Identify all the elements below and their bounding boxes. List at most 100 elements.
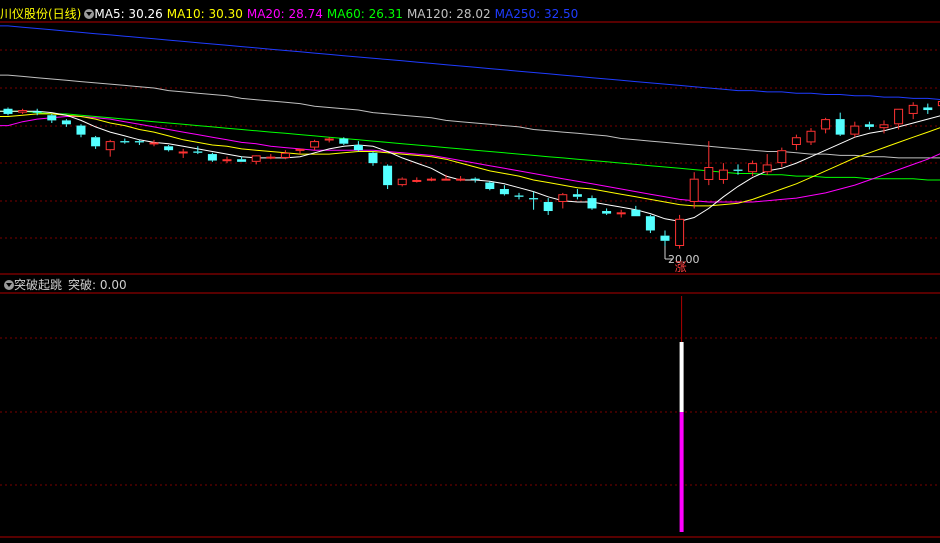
candle-body [719, 170, 727, 179]
ma5-line [0, 111, 940, 221]
candle [807, 128, 815, 145]
candle [778, 148, 786, 167]
candle-body [339, 139, 348, 144]
candle [106, 140, 114, 157]
candle-body [602, 211, 611, 214]
candle [193, 146, 202, 154]
candle-body [77, 126, 86, 135]
candle [836, 113, 845, 136]
candle-body [252, 156, 260, 161]
candle [923, 104, 932, 114]
candle [164, 145, 173, 151]
candle [763, 154, 771, 175]
candle [354, 141, 363, 151]
ma-label: MA120: 28.02 [407, 6, 491, 22]
candle-body [120, 141, 129, 142]
candle [150, 140, 158, 146]
candle [19, 109, 27, 114]
candle-body [690, 179, 698, 201]
candle-body [150, 143, 158, 144]
candle-body [237, 159, 246, 162]
candle [471, 177, 480, 182]
candle-body [515, 195, 524, 196]
candle-body [734, 170, 743, 171]
dropdown-icon[interactable] [84, 9, 94, 19]
candle [485, 181, 494, 190]
ma-label: MA10: 30.30 [167, 6, 243, 22]
candle-body [559, 195, 567, 202]
candle-body [485, 183, 494, 189]
candle-body [223, 160, 231, 161]
ma10-line [0, 114, 940, 206]
candle-body [91, 137, 100, 146]
candle [120, 139, 129, 144]
candle-body [895, 109, 903, 124]
candle [690, 172, 698, 208]
candle-body [588, 198, 597, 208]
candle-body [135, 141, 144, 142]
candle-body [47, 115, 56, 120]
candle-body [325, 139, 333, 140]
candle-body [208, 154, 217, 160]
candle-body [500, 189, 509, 194]
candle [369, 151, 378, 165]
candle [676, 215, 684, 249]
candle [62, 119, 71, 127]
stock-chart-window[interactable]: 20.00涨 川仪股份(日线) MA5: 30.26MA10: 30.30MA20… [0, 0, 940, 539]
candle-body [573, 194, 582, 197]
candle [865, 122, 874, 130]
candle [427, 177, 435, 181]
candle-body [311, 142, 319, 147]
candle-body [398, 179, 406, 184]
candle-body [807, 131, 815, 142]
candle-body [676, 219, 684, 245]
candle [602, 208, 611, 214]
candle [325, 137, 333, 142]
candle [281, 150, 289, 159]
candle [252, 155, 260, 164]
signal-label: 涨 [675, 259, 687, 274]
candle [661, 230, 670, 246]
grid-lines [0, 22, 940, 537]
candle-body [33, 111, 42, 112]
indicator-panel-header: 突破起跳突破: 0.00 [0, 277, 127, 293]
candle-body [763, 165, 771, 172]
candle [267, 154, 275, 159]
ma-legend: MA5: 30.26MA10: 30.30MA20: 28.74MA60: 26… [94, 6, 582, 22]
indicator-title[interactable]: 突破起跳 [14, 277, 62, 293]
candle-body [865, 124, 874, 127]
candle-body [646, 216, 655, 230]
candle-body [354, 145, 363, 150]
candle-body [383, 166, 392, 185]
candle [398, 177, 406, 186]
candle [617, 210, 625, 218]
dropdown-icon[interactable] [4, 280, 14, 290]
candle-body [296, 149, 304, 150]
candle [223, 157, 231, 163]
candle [588, 195, 597, 209]
candle-body [427, 179, 435, 180]
candles-layer [4, 100, 940, 249]
stock-chart[interactable]: 20.00涨 [0, 0, 940, 539]
candle [851, 122, 859, 138]
candle [559, 193, 567, 209]
candle [179, 149, 187, 158]
candle-body [267, 157, 275, 158]
candle [77, 124, 86, 137]
candle-body [281, 153, 289, 157]
candle [573, 189, 582, 199]
candle-body [164, 146, 173, 150]
candle [47, 114, 56, 123]
candle-body [792, 138, 800, 145]
candle-body [413, 180, 421, 181]
candle-body [705, 168, 713, 180]
stock-title[interactable]: 川仪股份(日线) [0, 6, 81, 22]
candle-body [193, 151, 202, 152]
moving-average-lines [0, 26, 940, 222]
candle-body [442, 179, 450, 180]
candle [442, 175, 450, 180]
candle [91, 136, 100, 149]
candle-body [106, 142, 114, 150]
candle [792, 135, 800, 151]
candle [822, 118, 830, 134]
